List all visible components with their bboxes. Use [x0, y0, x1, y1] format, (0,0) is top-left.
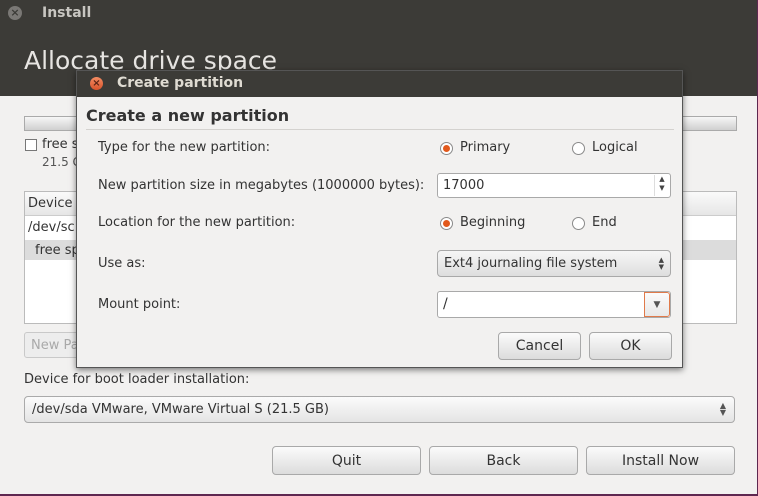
dialog-close-icon[interactable]: × [90, 77, 103, 90]
free-space-legend-swatch [25, 139, 37, 151]
dialog-title: Create partition [117, 75, 244, 91]
ok-button[interactable]: OK [589, 332, 672, 360]
cancel-button[interactable]: Cancel [498, 332, 581, 360]
updown-arrow-icon: ▲ ▼ [719, 401, 726, 417]
use-as-label: Use as: [98, 256, 146, 271]
chevron-down-icon[interactable]: ▼ [644, 292, 670, 317]
column-header-device[interactable]: Device [28, 196, 72, 211]
table-row[interactable]: /dev/sc [28, 220, 75, 235]
logical-radio[interactable] [572, 142, 585, 155]
create-partition-dialog: × Create partition Create a new partitio… [76, 70, 683, 368]
free-space-legend-label: free s [42, 137, 79, 152]
use-as-value: Ext4 journaling file system [444, 256, 618, 271]
table-row-label[interactable]: free sp [35, 243, 80, 258]
partition-type-label: Type for the new partition: [98, 140, 271, 155]
partition-size-label: New partition size in megabytes (1000000… [98, 178, 425, 193]
mount-point-label: Mount point: [98, 297, 181, 312]
beginning-radio[interactable] [440, 217, 453, 230]
window-title: Install [42, 5, 92, 21]
primary-radio[interactable] [440, 142, 453, 155]
primary-radio-label[interactable]: Primary [460, 140, 510, 155]
boot-loader-label: Device for boot loader installation: [24, 372, 250, 387]
end-radio-label[interactable]: End [592, 215, 617, 230]
logical-radio-label[interactable]: Logical [592, 140, 638, 155]
window-close-icon[interactable]: × [8, 6, 22, 20]
quit-button[interactable]: Quit [272, 446, 421, 475]
dialog-heading: Create a new partition [86, 106, 290, 125]
boot-loader-select[interactable]: /dev/sda VMware, VMware Virtual S (21.5 … [24, 396, 735, 423]
install-now-button[interactable]: Install Now [586, 446, 735, 475]
mount-point-value[interactable]: / [443, 296, 448, 312]
beginning-radio-label[interactable]: Beginning [460, 215, 525, 230]
use-as-select[interactable]: Ext4 journaling file system ▲ ▼ [437, 250, 671, 277]
divider [86, 129, 674, 130]
partition-size-value[interactable]: 17000 [443, 178, 484, 193]
partition-size-spinbox[interactable]: 17000 ▲ ▼ [437, 173, 671, 198]
mount-point-combobox[interactable]: / ▼ [437, 291, 671, 318]
updown-arrow-icon: ▲ ▼ [658, 256, 664, 271]
boot-loader-value: /dev/sda VMware, VMware Virtual S (21.5 … [32, 402, 329, 417]
spin-arrows-icon[interactable]: ▲ ▼ [654, 175, 669, 196]
end-radio[interactable] [572, 217, 585, 230]
location-label: Location for the new partition: [98, 215, 296, 230]
window-titlebar [0, 0, 757, 28]
back-button[interactable]: Back [429, 446, 578, 475]
